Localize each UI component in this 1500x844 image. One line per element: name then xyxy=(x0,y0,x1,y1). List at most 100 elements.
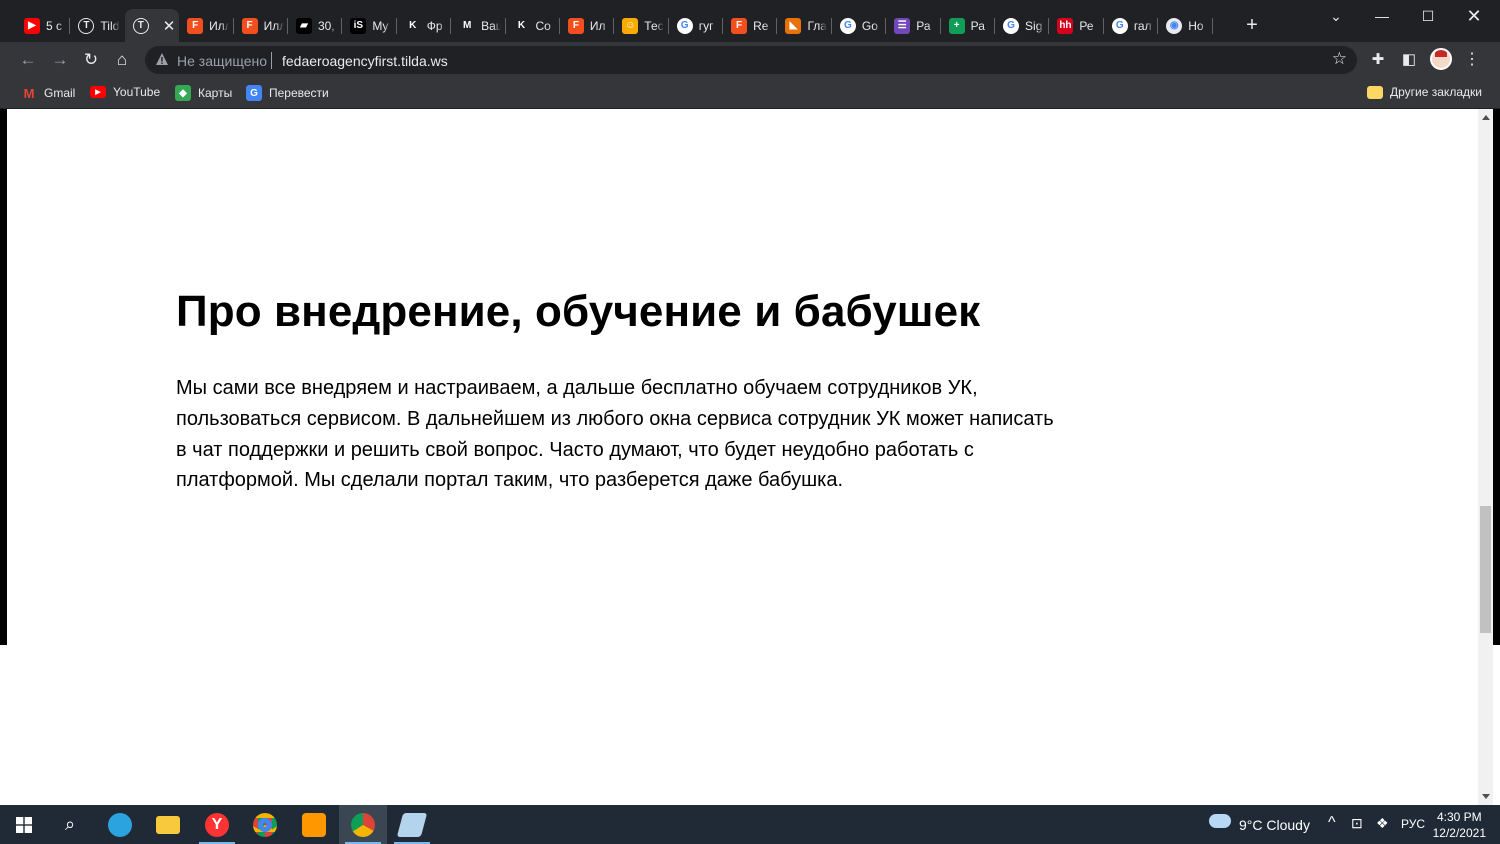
bookmark-maps[interactable]: ◆ Карты xyxy=(175,85,232,101)
browser-tab[interactable]: iS My xyxy=(342,9,397,42)
tab-search-button[interactable]: ⌄ xyxy=(1313,0,1359,32)
chrome-icon xyxy=(253,812,277,837)
figma-icon: F xyxy=(567,17,584,34)
telegram-app[interactable] xyxy=(96,805,144,844)
file-explorer-app[interactable] xyxy=(144,805,192,844)
scroll-thumb[interactable] xyxy=(1480,506,1491,633)
tilda-icon: T xyxy=(78,17,95,34)
tab-title: Ре xyxy=(1079,18,1094,33)
weather-text[interactable]: 9°C Cloudy xyxy=(1239,817,1310,833)
menu-kebab-icon[interactable]: ⋮ xyxy=(1460,48,1484,72)
bookmark-gmail[interactable]: M Gmail xyxy=(21,85,76,101)
emoji-icon: ☺ xyxy=(622,17,639,34)
chrome-active-app[interactable] xyxy=(339,805,387,844)
back-button[interactable]: ← xyxy=(16,48,40,72)
bookmarks-bar: M Gmail ▶ YouTube ◆ Карты G Перевести Др… xyxy=(0,78,1500,109)
bookmark-star-icon[interactable]: ☆ xyxy=(1332,49,1347,69)
hh-icon: hh xyxy=(1057,17,1074,34)
browser-tab[interactable]: T ✕ xyxy=(124,9,180,42)
tab-title: гал xyxy=(1133,18,1152,33)
tab-title: Ил xyxy=(589,18,606,33)
tab-title: Re xyxy=(753,18,769,33)
side-panel-icon[interactable]: ◧ xyxy=(1397,48,1421,72)
tab-title: гуг xyxy=(698,18,714,33)
browser-tab[interactable]: F Иллюстрации xyxy=(234,9,288,42)
browser-tab[interactable]: ☺ Тес xyxy=(614,9,669,42)
sublime-app[interactable] xyxy=(290,805,338,844)
dropbox-icon[interactable]: ❖ xyxy=(1376,815,1389,832)
browser-tab[interactable]: F Иллюстрации xyxy=(179,9,234,42)
yandex-browser-app[interactable]: Y xyxy=(193,805,241,844)
tab-separator xyxy=(1211,18,1213,34)
browser-tab[interactable]: K Со xyxy=(506,9,560,42)
browser-tab[interactable]: T Tilda xyxy=(70,9,124,42)
tab-title: Tilda xyxy=(100,18,120,33)
browser-tab[interactable]: ◉ Но xyxy=(1158,9,1213,42)
google-icon: G xyxy=(1111,17,1128,34)
browser-tab[interactable]: M Ваш xyxy=(451,9,506,42)
other-bookmarks[interactable]: Другие закладки xyxy=(1367,85,1482,99)
browser-tab[interactable]: G Sig xyxy=(995,9,1050,42)
page-paragraph: Мы сами все внедряем и настраиваем, а да… xyxy=(176,377,1054,492)
yandex-icon: Y xyxy=(205,812,229,837)
maximize-button[interactable]: ☐ xyxy=(1405,0,1451,32)
scroll-up-arrow-icon[interactable] xyxy=(1482,115,1490,120)
close-window-button[interactable]: ✕ xyxy=(1451,0,1497,32)
is-icon: iS xyxy=(350,17,367,34)
browser-tab[interactable]: Gгуг xyxy=(669,9,724,42)
new-tab-button[interactable]: + xyxy=(1240,13,1264,37)
extensions-puzzle-icon[interactable]: ✚ xyxy=(1366,48,1390,72)
browser-tab[interactable]: Gгал xyxy=(1104,9,1159,42)
bookmark-youtube[interactable]: ▶ YouTube xyxy=(90,85,160,99)
chrome-app[interactable] xyxy=(241,805,289,844)
folder-icon xyxy=(1367,85,1383,99)
home-button[interactable]: ⌂ xyxy=(110,48,134,72)
system-clock[interactable]: 4:30 PM 12/2/2021 xyxy=(1433,809,1486,841)
browser-tab[interactable]: + Ра xyxy=(941,9,996,42)
tray-chevron-up-icon[interactable]: ^ xyxy=(1328,814,1336,832)
bookmark-label: YouTube xyxy=(113,85,161,99)
tab-title: Sig xyxy=(1025,18,1043,33)
browser-tab[interactable]: K Фр xyxy=(397,9,452,42)
tab-title: Ваш xyxy=(481,18,502,33)
tab-title: 30, xyxy=(317,18,335,33)
address-bar[interactable]: Не защищено fedaeroagencyfirst.tilda.ws … xyxy=(145,46,1357,74)
page-viewport: Про внедрение, обучение и бабушек Мы сам… xyxy=(7,109,1478,805)
vertical-scrollbar[interactable] xyxy=(1478,109,1493,805)
browser-tab[interactable]: ▶ 5 c xyxy=(16,9,71,42)
window-edge xyxy=(0,645,7,805)
browser-tab[interactable]: ▰ 30, xyxy=(288,9,343,42)
other-bookmarks-label: Другие закладки xyxy=(1390,85,1482,99)
windows-taskbar: ⌕ Y 9°C Cloudy ^ ⊡ ❖ РУС 4:30 PM 12/2/20… xyxy=(0,805,1500,844)
warning-icon[interactable] xyxy=(155,52,169,66)
browser-tab[interactable]: ☰ Ра xyxy=(886,9,941,42)
browser-tab[interactable]: ◣ Гла xyxy=(777,9,832,42)
tabs-container: ▶5 cTTildaT✕FИллюстрацииFИллюстрации▰30,… xyxy=(16,9,1213,42)
notes-icon xyxy=(396,812,428,837)
chrome-icon: ◉ xyxy=(1166,17,1183,34)
reload-button[interactable]: ↻ xyxy=(79,48,103,72)
scroll-down-arrow-icon[interactable] xyxy=(1482,794,1490,799)
language-indicator[interactable]: РУС xyxy=(1401,817,1425,831)
gmail-icon: M xyxy=(459,17,476,34)
url-text[interactable]: fedaeroagencyfirst.tilda.ws xyxy=(282,53,448,69)
browser-tab[interactable]: F Ил xyxy=(560,9,615,42)
weather-cloud-icon[interactable] xyxy=(1209,814,1231,828)
bookmark-translate[interactable]: G Перевести xyxy=(246,85,329,101)
minimize-button[interactable]: — xyxy=(1359,0,1405,32)
browser-tab[interactable]: hh Ре xyxy=(1049,9,1104,42)
forward-button[interactable]: → xyxy=(48,48,72,72)
browser-tab[interactable]: F Re xyxy=(723,9,778,42)
forms-icon: ☰ xyxy=(894,17,911,34)
browser-toolbar: ← → ↻ ⌂ Не защищено fedaeroagencyfirst.t… xyxy=(0,42,1500,78)
search-icon[interactable]: ⌕ xyxy=(46,805,94,844)
security-label[interactable]: Не защищено xyxy=(177,53,267,69)
maps-icon: ◆ xyxy=(175,85,191,101)
browser-tab[interactable]: G Go xyxy=(832,9,887,42)
window-edge xyxy=(1493,109,1500,645)
start-button[interactable] xyxy=(0,805,48,844)
network-icon[interactable]: ⊡ xyxy=(1351,815,1363,832)
close-tab-icon[interactable]: ✕ xyxy=(163,17,176,35)
profile-avatar[interactable] xyxy=(1430,48,1452,70)
notes-app[interactable] xyxy=(388,805,436,844)
